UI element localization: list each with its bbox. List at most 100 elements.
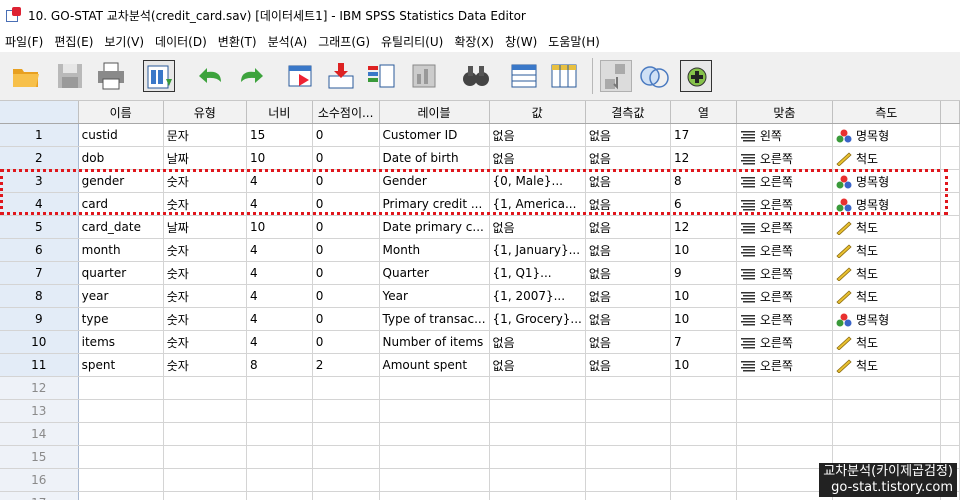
cell-label[interactable]: Month	[379, 238, 490, 262]
empty-cell[interactable]	[163, 422, 247, 446]
cell-cols[interactable]: 10	[670, 238, 737, 262]
cell-name[interactable]: card	[78, 192, 164, 216]
empty-cell[interactable]	[379, 468, 490, 492]
cell-role[interactable]	[940, 169, 960, 193]
cell-role[interactable]	[940, 307, 960, 331]
chart-builder-button[interactable]	[408, 60, 440, 92]
empty-cell[interactable]	[379, 445, 490, 469]
cell-dec[interactable]: 0	[312, 330, 380, 354]
column-header-2[interactable]: 유형	[163, 101, 247, 124]
column-header-6[interactable]: 값	[489, 101, 586, 124]
cell-role[interactable]	[940, 146, 960, 170]
cell-width[interactable]: 4	[246, 261, 313, 285]
row-number[interactable]: 5	[0, 215, 79, 239]
empty-cell[interactable]	[832, 376, 941, 400]
cell-cols[interactable]: 17	[670, 123, 737, 147]
cell-align[interactable]: 오른쪽	[736, 192, 833, 216]
empty-cell[interactable]	[379, 422, 490, 446]
row-number[interactable]: 4	[0, 192, 79, 216]
insert-cases-button[interactable]	[508, 60, 540, 92]
cell-missing[interactable]: 없음	[585, 353, 672, 377]
cell-measure[interactable]: 척도	[832, 261, 941, 285]
cell-type[interactable]: 숫자	[163, 238, 247, 262]
cell-label[interactable]: Primary credit ...	[379, 192, 490, 216]
menu-item-10[interactable]: 도움말(H)	[543, 33, 606, 50]
empty-cell[interactable]	[312, 445, 380, 469]
empty-cell[interactable]	[489, 376, 586, 400]
row-number[interactable]: 13	[0, 399, 79, 423]
empty-cell[interactable]	[78, 399, 164, 423]
cell-values[interactable]: {1, January}...	[489, 238, 586, 262]
cell-name[interactable]: type	[78, 307, 164, 331]
empty-cell[interactable]	[489, 445, 586, 469]
empty-cell[interactable]	[736, 422, 833, 446]
cell-label[interactable]: Number of items	[379, 330, 490, 354]
cell-missing[interactable]: 없음	[585, 192, 672, 216]
row-number[interactable]: 6	[0, 238, 79, 262]
cell-align[interactable]: 오른쪽	[736, 284, 833, 308]
cell-align[interactable]: 오른쪽	[736, 146, 833, 170]
empty-cell[interactable]	[312, 399, 380, 423]
menu-item-1[interactable]: 편집(E)	[49, 33, 99, 50]
cell-role[interactable]	[940, 192, 960, 216]
cell-role[interactable]	[940, 353, 960, 377]
empty-cell[interactable]	[246, 491, 313, 500]
empty-cell[interactable]	[940, 422, 960, 446]
menu-item-0[interactable]: 파일(F)	[0, 33, 49, 50]
menu-item-9[interactable]: 창(W)	[500, 33, 543, 50]
cell-name[interactable]: year	[78, 284, 164, 308]
cell-values[interactable]: 없음	[489, 353, 586, 377]
cell-measure[interactable]: 명목형	[832, 123, 941, 147]
empty-cell[interactable]	[163, 376, 247, 400]
cell-align[interactable]: 오른쪽	[736, 169, 833, 193]
row-number[interactable]: 1	[0, 123, 79, 147]
column-header-3[interactable]: 너비	[246, 101, 313, 124]
cell-missing[interactable]: 없음	[585, 307, 672, 331]
empty-cell[interactable]	[670, 376, 737, 400]
cell-dec[interactable]: 2	[312, 353, 380, 377]
cell-dec[interactable]: 0	[312, 261, 380, 285]
cell-dec[interactable]: 0	[312, 215, 380, 239]
cell-dec[interactable]: 0	[312, 192, 380, 216]
empty-cell[interactable]	[585, 445, 672, 469]
cell-cols[interactable]: 7	[670, 330, 737, 354]
empty-cell[interactable]	[489, 422, 586, 446]
cell-dec[interactable]: 0	[312, 307, 380, 331]
cell-dec[interactable]: 0	[312, 146, 380, 170]
column-header-8[interactable]: 열	[670, 101, 737, 124]
menu-item-8[interactable]: 확장(X)	[449, 33, 500, 50]
menu-item-2[interactable]: 보기(V)	[99, 33, 150, 50]
cell-values[interactable]: 없음	[489, 215, 586, 239]
empty-cell[interactable]	[670, 491, 737, 500]
cell-measure[interactable]: 척도	[832, 146, 941, 170]
menu-item-4[interactable]: 변환(T)	[213, 33, 263, 50]
empty-cell[interactable]	[736, 445, 833, 469]
cell-type[interactable]: 숫자	[163, 284, 247, 308]
empty-cell[interactable]	[585, 399, 672, 423]
column-header-10[interactable]: 측도	[832, 101, 941, 124]
cell-role[interactable]	[940, 261, 960, 285]
empty-cell[interactable]	[246, 445, 313, 469]
row-number[interactable]: 14	[0, 422, 79, 446]
empty-cell[interactable]	[78, 422, 164, 446]
empty-cell[interactable]	[940, 399, 960, 423]
cell-missing[interactable]: 없음	[585, 123, 672, 147]
row-number[interactable]: 16	[0, 468, 79, 492]
cell-missing[interactable]: 없음	[585, 215, 672, 239]
cell-name[interactable]: card_date	[78, 215, 164, 239]
row-number[interactable]: 2	[0, 146, 79, 170]
cell-label[interactable]: Type of transac...	[379, 307, 490, 331]
row-number[interactable]: 15	[0, 445, 79, 469]
cell-cols[interactable]: 6	[670, 192, 737, 216]
empty-cell[interactable]	[312, 491, 380, 500]
cell-dec[interactable]: 0	[312, 238, 380, 262]
cell-values[interactable]: {0, Male}...	[489, 169, 586, 193]
empty-cell[interactable]	[379, 376, 490, 400]
cell-type[interactable]: 숫자	[163, 192, 247, 216]
find-button[interactable]	[460, 60, 492, 92]
empty-cell[interactable]	[163, 399, 247, 423]
cell-width[interactable]: 10	[246, 146, 313, 170]
empty-cell[interactable]	[246, 422, 313, 446]
cell-role[interactable]	[940, 238, 960, 262]
empty-cell[interactable]	[489, 491, 586, 500]
